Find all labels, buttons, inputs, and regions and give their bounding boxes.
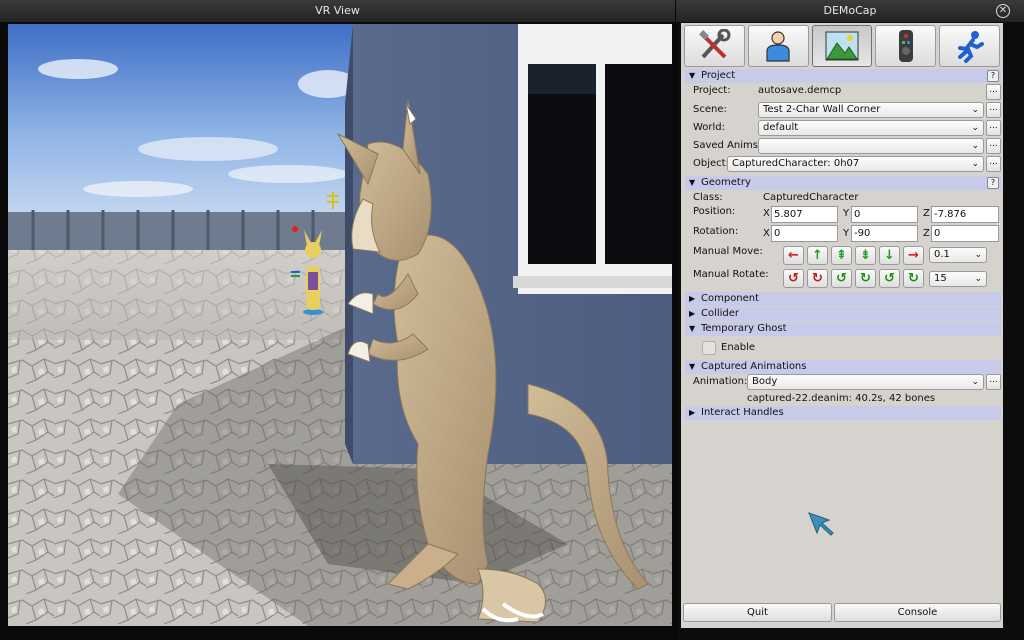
world-label: World: (693, 122, 726, 133)
move-right-arrow-icon[interactable]: → (903, 246, 924, 265)
democap-panel: ▼ Project ? Project: autosave.demcp ... … (681, 23, 1003, 628)
class-label: Class: (693, 192, 723, 203)
manual-rotate-label: Manual Rotate: (693, 269, 769, 280)
world-select[interactable]: default ⌄ (758, 120, 984, 136)
animation-select[interactable]: Body ⌄ (747, 374, 984, 390)
position-x-axis: X (763, 208, 770, 219)
animation-button[interactable] (939, 25, 1000, 67)
move-up-arrow-icon[interactable]: ↑ (807, 246, 828, 265)
collapsed-arrow-icon: ▶ (689, 408, 696, 417)
manual-move-label: Manual Move: (693, 246, 763, 257)
main-toolbar (684, 25, 1000, 67)
object-select[interactable]: CapturedCharacter: 0h07 ⌄ (727, 156, 984, 172)
scene-browse-button[interactable]: ... (986, 102, 1001, 118)
vr-scene (8, 24, 672, 626)
saved-anims-select[interactable]: ⌄ (758, 138, 984, 154)
expanded-arrow-icon: ▼ (689, 324, 696, 333)
object-label: Object: (693, 158, 729, 169)
collapsed-arrow-icon: ▶ (689, 294, 696, 303)
component-section-header[interactable]: ▶ Component (685, 292, 1001, 306)
project-help-button[interactable]: ? (987, 70, 999, 82)
expanded-arrow-icon: ▼ (689, 71, 696, 80)
rotation-label: Rotation: (693, 226, 739, 237)
rotate-x-pos-icon[interactable]: ↻ (807, 269, 828, 288)
interact-handles-section-header[interactable]: ▶ Interact Handles (685, 406, 1001, 420)
captured-animations-section-header[interactable]: ▼ Captured Animations (685, 360, 1001, 374)
project-browse-button[interactable]: ... (986, 84, 1001, 100)
quit-button[interactable]: Quit (683, 603, 832, 622)
move-step-select[interactable]: 0.1 ⌄ (929, 247, 987, 263)
position-y-axis: Y (843, 208, 850, 219)
geometry-help-button[interactable]: ? (987, 177, 999, 189)
animation-browse-button[interactable]: ... (986, 374, 1001, 390)
rotate-step-select[interactable]: 15 ⌄ (929, 271, 987, 287)
landscape-icon (825, 31, 859, 61)
expanded-arrow-icon: ▼ (689, 178, 696, 187)
animation-info: captured-22.deanim: 40.2s, 42 bones (747, 393, 936, 404)
position-z-field[interactable]: -7.876 (931, 206, 999, 223)
rotate-y-pos-icon[interactable]: ↻ (855, 269, 876, 288)
remote-button[interactable] (875, 25, 937, 67)
ghost-enable-label: Enable (721, 342, 756, 353)
geometry-section-header[interactable]: ▼ Geometry ? (685, 176, 1001, 190)
rotation-y-axis: Y (843, 228, 850, 239)
rotation-x-field[interactable]: 0 (771, 225, 838, 242)
pointer-cursor-icon (808, 512, 834, 536)
move-backward-icon[interactable]: ⇟ (855, 246, 876, 265)
project-label: Project: (693, 85, 731, 96)
desktop: VR View DEMoCap ✕ ▼ Project ? Project: a… (0, 0, 1024, 640)
move-left-arrow-icon[interactable]: ← (783, 246, 804, 265)
world-browse-button[interactable]: ... (986, 120, 1001, 136)
rotate-x-neg-icon[interactable]: ↺ (783, 269, 804, 288)
position-label: Position: (693, 206, 736, 217)
class-value: CapturedCharacter (763, 192, 859, 203)
settings-tools-button[interactable] (684, 25, 745, 67)
scene-select[interactable]: Test 2-Char Wall Corner ⌄ (758, 102, 984, 118)
object-browse-button[interactable]: ... (986, 156, 1001, 172)
console-button[interactable]: Console (834, 603, 1001, 622)
rotation-z-field[interactable]: 0 (931, 225, 999, 242)
temporary-ghost-section-header[interactable]: ▼ Temporary Ghost (685, 322, 1001, 336)
rotation-x-axis: X (763, 228, 770, 239)
project-section-header[interactable]: ▼ Project ? (685, 69, 1001, 83)
saved-anims-browse-button[interactable]: ... (986, 138, 1001, 154)
rotate-y-neg-icon[interactable]: ↺ (831, 269, 852, 288)
rotation-z-axis: Z (923, 228, 930, 239)
democap-titlebar[interactable]: DEMoCap (676, 0, 1024, 22)
ghost-enable-checkbox[interactable] (702, 341, 716, 355)
remote-control-icon (898, 30, 913, 62)
collider-section-header[interactable]: ▶ Collider (685, 307, 1001, 321)
scene-button[interactable] (811, 25, 873, 67)
scene-label: Scene: (693, 104, 727, 115)
position-x-field[interactable]: 5.807 (771, 206, 838, 223)
running-man-icon (957, 31, 984, 63)
vr-view-titlebar[interactable]: VR View (0, 0, 675, 22)
move-down-arrow-icon[interactable]: ↓ (879, 246, 900, 265)
saved-anims-label: Saved Anims: (693, 140, 762, 151)
close-icon[interactable]: ✕ (996, 4, 1010, 18)
character-button[interactable] (747, 25, 809, 67)
rotate-z-pos-icon[interactable]: ↻ (903, 269, 924, 288)
animation-label: Animation: (693, 376, 748, 387)
position-z-axis: Z (923, 208, 930, 219)
tools-icon (699, 29, 731, 59)
vr-3d-viewport[interactable] (8, 24, 672, 626)
democap-window: DEMoCap ✕ ▼ Project ? Project: autosave.… (676, 0, 1024, 640)
rotate-z-neg-icon[interactable]: ↺ (879, 269, 900, 288)
position-y-field[interactable]: 0 (851, 206, 918, 223)
project-value: autosave.demcp (758, 85, 842, 96)
move-forward-icon[interactable]: ⇞ (831, 246, 852, 265)
rotation-y-field[interactable]: -90 (851, 225, 918, 242)
collapsed-arrow-icon: ▶ (689, 309, 696, 318)
vr-view-window: VR View (0, 0, 675, 640)
expanded-arrow-icon: ▼ (689, 362, 696, 371)
person-icon (766, 31, 790, 62)
